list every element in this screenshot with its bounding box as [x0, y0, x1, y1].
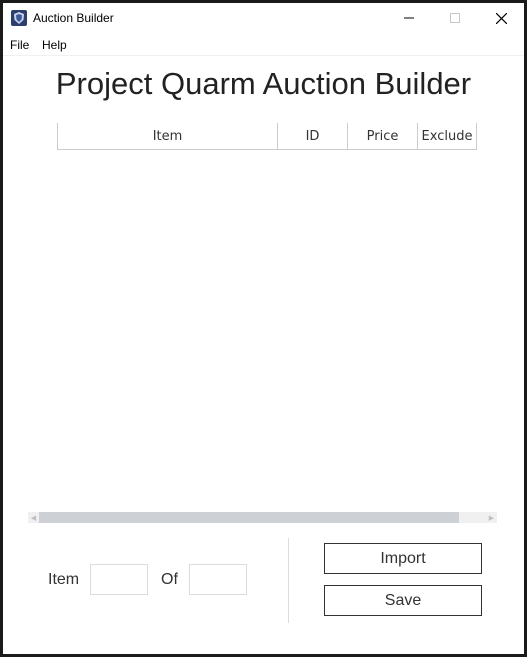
scrollbar-thumb[interactable]	[39, 512, 459, 523]
column-header-item[interactable]: Item	[57, 123, 277, 149]
item-number-field[interactable]	[90, 564, 148, 595]
minimize-icon	[404, 17, 414, 19]
menu-bar: File Help	[3, 35, 524, 56]
column-header-price[interactable]: Price	[347, 123, 417, 149]
maximize-button[interactable]	[432, 3, 478, 33]
column-header-id[interactable]: ID	[277, 123, 347, 149]
save-button[interactable]: Save	[324, 585, 482, 616]
close-icon	[495, 12, 507, 24]
horizontal-scrollbar[interactable]: ◀ ▶	[28, 512, 497, 523]
item-total-field[interactable]	[189, 564, 247, 595]
window-title: Auction Builder	[33, 11, 114, 25]
title-bar[interactable]: Auction Builder	[3, 3, 524, 35]
column-header-exclude[interactable]: Exclude	[417, 123, 477, 149]
shield-app-icon	[11, 10, 27, 26]
close-button[interactable]	[478, 3, 524, 33]
page-title: Project Quarm Auction Builder	[55, 66, 472, 101]
scroll-right-icon[interactable]: ▶	[486, 512, 497, 523]
maximize-icon	[450, 13, 460, 23]
footer-divider	[288, 538, 289, 623]
app-window: Auction Builder File Help Project Quarm …	[0, 0, 527, 657]
item-label: Item	[48, 571, 80, 588]
import-button[interactable]: Import	[324, 543, 482, 574]
menu-file[interactable]: File	[10, 38, 29, 52]
auction-table-header: Item ID Price Exclude	[57, 123, 477, 150]
minimize-button[interactable]	[386, 3, 432, 33]
auction-table-body[interactable]	[57, 150, 477, 510]
scroll-left-icon[interactable]: ◀	[28, 512, 39, 523]
of-label: Of	[161, 571, 178, 588]
menu-help[interactable]: Help	[42, 38, 67, 52]
